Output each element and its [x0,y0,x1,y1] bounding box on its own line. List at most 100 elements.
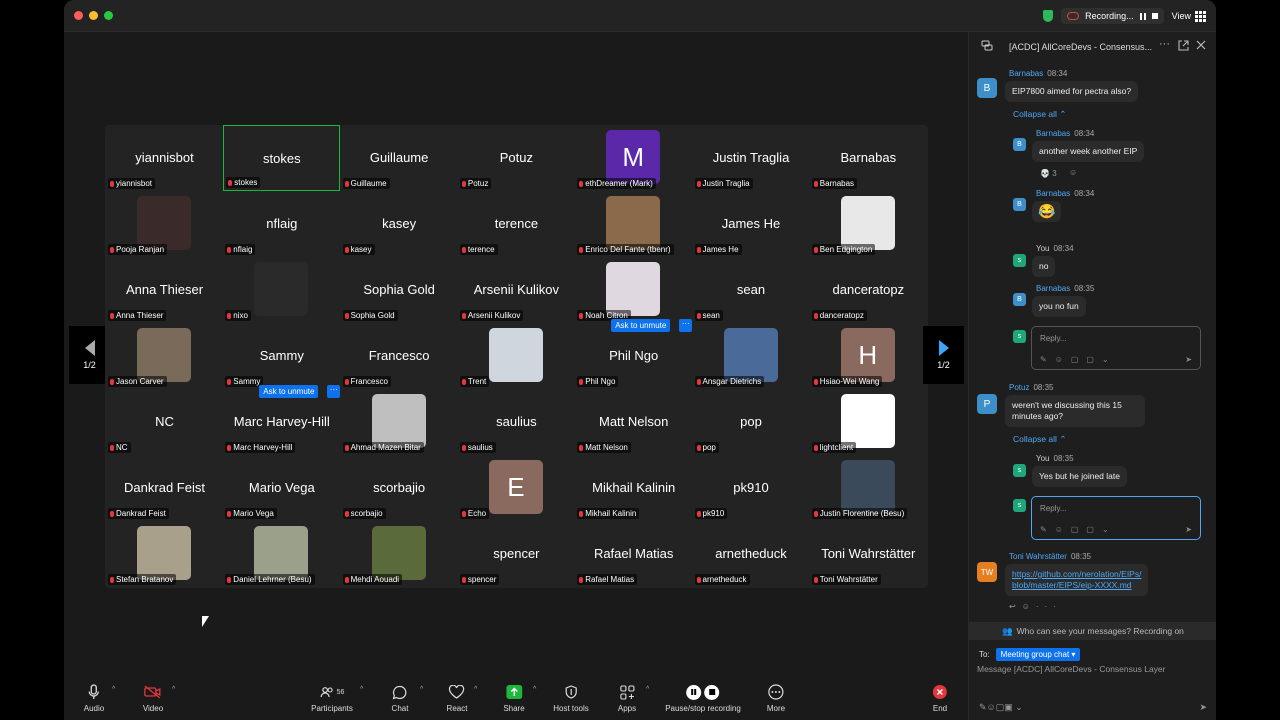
next-page-button[interactable]: 1/2 [923,326,964,384]
participants-button[interactable]: 56 Participants [311,684,353,713]
participant-tile[interactable]: Phil Ngo Ask to unmute ··· Phil Ngo [575,319,693,389]
participant-tile[interactable]: scorbajio scorbajio [341,455,458,521]
chat-button[interactable]: Chat [392,684,408,713]
participant-tile[interactable]: Trent [458,323,575,389]
participant-tile[interactable]: yiannisbot yiannisbot [106,125,223,191]
end-meeting-button[interactable]: End [933,684,947,713]
view-button[interactable]: View [1172,10,1206,22]
video-options-chevron-icon[interactable]: ^ [172,686,175,693]
send-icon[interactable]: ➤ [1185,525,1192,534]
apps-button[interactable]: Apps [618,684,636,713]
participant-tile[interactable]: Rafael Matias Rafael Matias [575,521,692,587]
maximize-window-button[interactable] [104,11,113,20]
participant-tile[interactable]: Francesco Francesco [341,323,458,389]
participant-tile[interactable]: Anna Thieser Anna Thieser [106,257,223,323]
participant-tile[interactable]: lightclient [810,389,927,455]
participant-tile[interactable]: Daniel Lehrner (Besu) [223,521,340,587]
participant-tile[interactable]: Ben Edgington [810,191,927,257]
participants-options-chevron-icon[interactable]: ^ [360,686,363,693]
participant-tile[interactable]: nixo [223,257,340,323]
participant-tile[interactable]: Arsenii Kulikov Arsenii Kulikov [458,257,575,323]
participant-tile[interactable]: Potuz Potuz [458,125,575,191]
screenshot-icon[interactable]: ▣ ⌄ [1004,702,1023,713]
participant-tile[interactable]: pop pop [693,389,810,455]
apps-options-chevron-icon[interactable]: ^ [646,686,649,693]
share-options-chevron-icon[interactable]: ^ [533,686,536,693]
message-actions-icon[interactable]: ↩☺··· [1009,602,1062,611]
more-options-icon[interactable]: ··· [1159,38,1170,50]
participant-tile[interactable]: nflaig nflaig [223,191,340,257]
emoji-icon[interactable]: ☺ [987,702,996,713]
react-button[interactable]: React [447,684,467,713]
react-options-chevron-icon[interactable]: ^ [474,686,477,693]
participant-tile[interactable]: MethDreamer (Mark) [575,125,692,191]
participant-tile[interactable]: Justin Traglia Justin Traglia [693,125,810,191]
close-window-button[interactable] [74,11,83,20]
reaction-badge[interactable]: 💀 3 [1040,169,1057,178]
add-reaction-icon[interactable]: ☺ [1069,168,1077,177]
participant-tile[interactable]: saulius saulius [458,389,575,455]
ask-to-unmute-button[interactable]: Ask to unmute [259,385,319,398]
recording-indicator[interactable]: Recording... [1061,8,1164,24]
participant-tile[interactable]: Jason Carver [106,323,223,389]
participant-tile[interactable]: Ansgar Dietrichs [693,323,810,389]
participant-tile[interactable]: pk910 pk910 [693,455,810,521]
audio-options-chevron-icon[interactable]: ^ [112,686,115,693]
participant-tile[interactable]: Ahmad Mazen Bitar [341,389,458,455]
chat-options-chevron-icon[interactable]: ^ [420,686,423,693]
participant-tile[interactable]: terence terence [458,191,575,257]
pause-stop-recording-button[interactable]: Pause/stop recording [665,684,741,713]
participant-tile[interactable]: H Hsiao-Wei Wang [810,323,927,389]
participant-tile[interactable]: Matt Nelson Matt Nelson [575,389,692,455]
tile-more-options-icon[interactable]: ··· [327,385,341,398]
participant-tile[interactable]: spencer spencer [458,521,575,587]
privacy-notice[interactable]: 👥 Who can see your messages? Recording o… [969,622,1216,640]
participant-tile[interactable]: Enrico Del Fante (tbenr) [575,191,692,257]
reply-input[interactable]: Reply... ✎☺▢▢⌄ ➤ [1031,496,1201,540]
audio-button[interactable]: Audio [84,684,104,713]
participant-tile[interactable]: Mario Vega Mario Vega [223,455,340,521]
participant-tile[interactable]: Barnabas Barnabas [810,125,927,191]
chat-link-message[interactable]: https://github.com/nerolation/EIPs/ blob… [1005,564,1149,596]
participant-tile[interactable]: Sammy Sammy [223,323,340,389]
participant-tile[interactable]: Guillaume Guillaume [341,125,458,191]
participant-tile[interactable]: Mehdi Aouadi [341,521,458,587]
tile-more-options-icon[interactable]: ··· [679,319,693,332]
more-button[interactable]: More [767,684,785,713]
format-icon[interactable]: ✎ [979,702,987,713]
video-button[interactable]: Video [143,684,163,713]
send-icon[interactable]: ➤ [1199,702,1207,713]
participant-tile[interactable]: Stefan Bratanov [106,521,223,587]
recipient-dropdown[interactable]: Meeting group chat ▾ [995,648,1081,661]
participant-tile[interactable]: sean sean [693,257,810,323]
reply-tools-icon[interactable]: ✎☺▢▢⌄ [1040,355,1117,364]
stop-recording-icon[interactable] [1151,13,1158,19]
participant-tile[interactable]: Toni Wahrstätter Toni Wahrstätter [810,521,927,587]
send-icon[interactable]: ➤ [1185,355,1192,364]
participant-tile[interactable]: kasey kasey [341,191,458,257]
participant-tile[interactable]: Marc Harvey-Hill Ask to unmute ··· Marc Har… [223,385,341,455]
participant-tile[interactable]: Noah Citron [575,257,692,323]
host-tools-button[interactable]: Host tools [553,684,589,713]
participant-tile[interactable]: NC NC [106,389,223,455]
message-input[interactable]: Message [ACDC] AllCoreDevs - Consensus L… [977,664,1166,674]
reply-tools-icon[interactable]: ✎☺▢▢⌄ [1040,525,1117,534]
reply-input[interactable]: Reply... ✎☺▢▢⌄ ➤ [1031,326,1201,370]
github-link[interactable]: blob/master/EIPS/eip-XXXX.md [1012,580,1141,591]
participant-tile[interactable]: Dankrad Feist Dankrad Feist [106,455,223,521]
previous-page-button[interactable]: 1/2 [69,326,110,384]
github-link[interactable]: https://github.com/nerolation/EIPs/ [1012,569,1141,580]
close-icon[interactable] [1196,40,1206,52]
pop-out-icon[interactable] [1178,40,1189,53]
ask-to-unmute-button[interactable]: Ask to unmute [611,319,671,332]
collapse-all-link[interactable]: Collapse all ⌃ [1013,434,1066,445]
participant-tile[interactable]: danceratopz danceratopz [810,257,927,323]
file-icon[interactable]: ▢ [996,702,1005,713]
participant-tile[interactable]: arnetheduck arnetheduck [693,521,810,587]
minimize-window-button[interactable] [89,11,98,20]
encryption-shield-icon[interactable] [1043,10,1054,22]
share-button[interactable]: Share [503,684,525,713]
participant-tile[interactable]: Sophia Gold Sophia Gold [341,257,458,323]
participant-tile[interactable]: Justin Florentine (Besu) [810,455,927,521]
participant-tile[interactable]: stokes stokes [223,125,341,191]
